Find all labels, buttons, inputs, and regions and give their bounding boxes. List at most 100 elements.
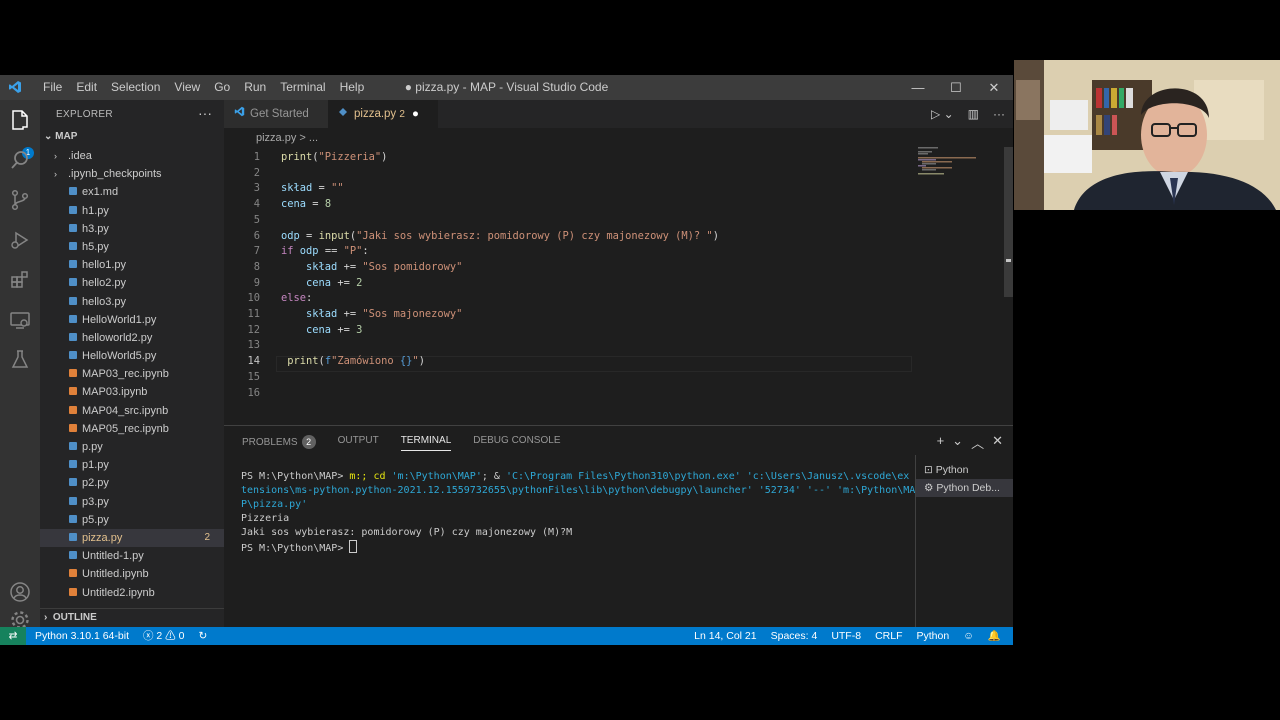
editor-scrollbar[interactable]	[1004, 147, 1013, 427]
tab-terminal[interactable]: TERMINAL	[400, 435, 452, 451]
folder-map[interactable]: ⌄ MAP	[44, 131, 77, 142]
code-line[interactable]: cena += 2	[281, 277, 362, 289]
explorer-more-icon[interactable]: ···	[198, 105, 212, 121]
code-token: print	[287, 355, 319, 368]
code-token: cena	[306, 276, 332, 289]
tab-get-started[interactable]: Get Started	[224, 100, 338, 128]
feedback-icon[interactable]: ☺	[963, 627, 974, 645]
split-editor-icon[interactable]: ▥	[968, 107, 979, 121]
file-item[interactable]: p5.py	[40, 511, 224, 529]
remote-explorer-icon[interactable]	[8, 308, 32, 332]
file-item[interactable]: p3.py	[40, 493, 224, 511]
line-number: 16	[247, 386, 260, 399]
tab-debug-console[interactable]: DEBUG CONSOLE	[473, 435, 560, 451]
tab-problems[interactable]: PROBLEMS 2	[242, 435, 316, 451]
menu-selection[interactable]: Selection	[104, 75, 167, 100]
file-item[interactable]: Untitled2.ipynb	[40, 584, 224, 602]
menu-file[interactable]: File	[36, 75, 69, 100]
code-line[interactable]: odp = input("Jaki sos wybierasz: pomidor…	[281, 230, 719, 242]
menu-view[interactable]: View	[167, 75, 207, 100]
menu-go[interactable]: Go	[207, 75, 237, 100]
file-name: HelloWorld5.py	[82, 350, 157, 363]
tab-pizza-py[interactable]: pizza.py 2 ●	[328, 100, 438, 128]
minimap[interactable]	[918, 147, 998, 177]
close-panel-icon[interactable]: ✕	[992, 433, 1003, 452]
menu-help[interactable]: Help	[333, 75, 372, 100]
code-token: )	[712, 229, 719, 242]
terminal-item-python-debug[interactable]: ⚙ Python Deb...	[916, 479, 1013, 497]
maximize-panel-icon[interactable]: ︿	[971, 433, 984, 452]
file-item[interactable]: p1.py	[40, 456, 224, 474]
minimize-icon[interactable]: —	[899, 75, 937, 100]
breadcrumb[interactable]: pizza.py > ...	[256, 132, 318, 144]
file-item[interactable]: MAP05_rec.ipynb	[40, 420, 224, 438]
file-item[interactable]: › .ipynb_checkpoints	[40, 165, 224, 183]
file-item[interactable]: HelloWorld1.py	[40, 311, 224, 329]
tab-output[interactable]: OUTPUT	[338, 435, 379, 451]
extensions-icon[interactable]	[8, 268, 32, 292]
terminal-item-label: Python Deb...	[936, 482, 1000, 494]
code-line[interactable]: if odp == "P":	[281, 245, 369, 257]
problems-status[interactable]: ⓧ 2 ⚠ 0	[143, 627, 184, 645]
run-debug-icon[interactable]	[8, 228, 32, 252]
run-file-icon[interactable]: ▷ ⌄	[931, 107, 954, 121]
file-item[interactable]: MAP03_rec.ipynb	[40, 365, 224, 383]
file-item[interactable]: p2.py	[40, 474, 224, 492]
file-item[interactable]: MAP04_src.ipynb	[40, 402, 224, 420]
menu-edit[interactable]: Edit	[69, 75, 104, 100]
file-name: hello3.py	[82, 295, 127, 308]
file-item[interactable]: MAP03.ipynb	[40, 383, 224, 401]
settings-gear-icon[interactable]	[8, 608, 32, 629]
code-line[interactable]: skład = ""	[281, 182, 344, 194]
code-line[interactable]: cena += 3	[281, 324, 362, 336]
file-item[interactable]: Untitled.ipynb	[40, 565, 224, 583]
terminal-output[interactable]: PS M:\Python\MAP> m:; cd 'm:\Python\MAP'…	[241, 470, 915, 556]
source-control-icon[interactable]	[8, 188, 32, 212]
search-icon[interactable]	[8, 148, 32, 172]
file-item[interactable]: HelloWorld5.py	[40, 347, 224, 365]
maximize-icon[interactable]: ☐	[937, 75, 975, 100]
file-item[interactable]: Untitled-1.py	[40, 547, 224, 565]
file-item[interactable]: h1.py	[40, 202, 224, 220]
outline-section[interactable]: › OUTLINE	[40, 608, 228, 627]
indentation[interactable]: Spaces: 4	[771, 627, 818, 645]
terminal-item-python[interactable]: ⊡ Python	[916, 461, 1013, 479]
live-share-icon[interactable]: ↻	[198, 627, 207, 645]
code-line[interactable]: skład += "Sos pomidorowy"	[281, 261, 462, 273]
account-icon[interactable]	[8, 580, 32, 604]
terminal-op: ; &	[481, 471, 506, 482]
remote-indicator-icon[interactable]: ⇄	[0, 627, 26, 645]
line-endings[interactable]: CRLF	[875, 627, 902, 645]
menu-run[interactable]: Run	[237, 75, 273, 100]
file-item[interactable]: ex1.md	[40, 183, 224, 201]
terminal-dropdown-icon[interactable]: ⌄	[952, 433, 963, 452]
code-line[interactable]: else:	[281, 292, 312, 304]
notifications-bell-icon[interactable]: 🔔	[988, 627, 1001, 645]
more-actions-icon[interactable]: ···	[993, 107, 1005, 121]
file-item[interactable]: pizza.py 2	[40, 528, 224, 548]
python-interpreter[interactable]: Python 3.10.1 64-bit	[35, 627, 129, 645]
code-line[interactable]: cena = 8	[281, 198, 331, 210]
file-item[interactable]: h5.py	[40, 238, 224, 256]
file-item[interactable]: p.py	[40, 438, 224, 456]
cursor-position[interactable]: Ln 14, Col 21	[694, 627, 756, 645]
explorer-icon[interactable]	[8, 108, 32, 132]
close-icon[interactable]: ✕	[975, 75, 1013, 100]
file-item[interactable]: hello1.py	[40, 256, 224, 274]
language-mode[interactable]: Python	[916, 627, 949, 645]
file-item[interactable]: hello2.py	[40, 274, 224, 292]
file-item[interactable]: hello3.py	[40, 293, 224, 311]
webcam-feed	[1014, 60, 1280, 210]
new-terminal-icon[interactable]: +	[937, 433, 945, 452]
menu-terminal[interactable]: Terminal	[273, 75, 332, 100]
code-line[interactable]: print("Pizzeria")	[281, 151, 387, 163]
code-editor[interactable]: 1 print("Pizzeria") 2 3 skład = "" 4 cena = 8 5…	[224, 147, 914, 427]
testing-icon[interactable]	[8, 348, 32, 372]
file-item[interactable]: h3.py	[40, 220, 224, 238]
encoding[interactable]: UTF-8	[831, 627, 861, 645]
file-item[interactable]: helloworld2.py	[40, 329, 224, 347]
code-line[interactable]: skład += "Sos majonezowy"	[281, 308, 462, 320]
unsaved-dot-icon[interactable]: ●	[412, 100, 419, 128]
code-line[interactable]: print(f"Zamówiono {}")	[281, 355, 425, 367]
file-item[interactable]: › .idea	[40, 147, 224, 165]
